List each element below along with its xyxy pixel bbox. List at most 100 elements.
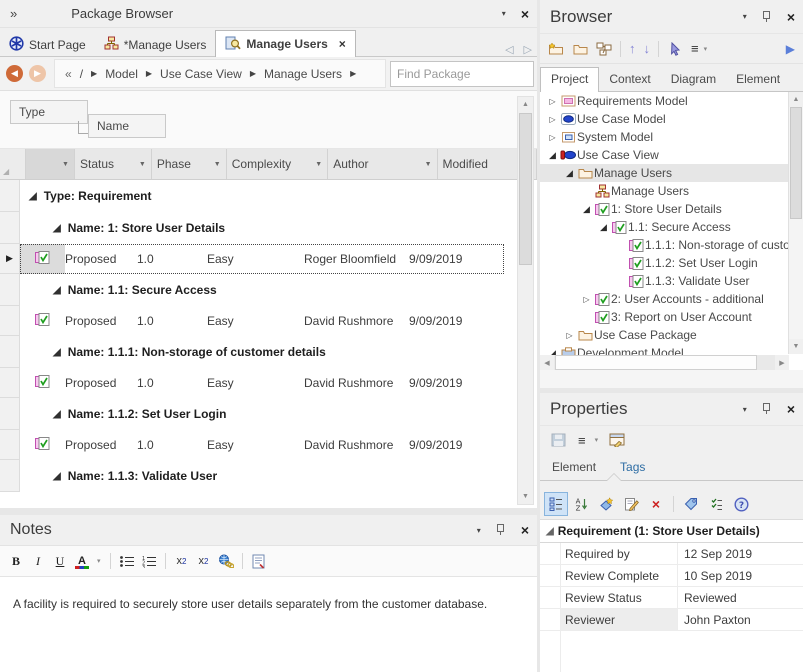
menu-icon[interactable]: ≡ [687, 41, 701, 56]
tree-item-non-storage[interactable]: 1.1.1: Non-storage of customer details [540, 236, 803, 254]
row-gutter-cell[interactable] [0, 336, 20, 368]
group-row-name-1-1-2[interactable]: ◢ Name: 1.1.2: Set User Login [0, 398, 537, 430]
tag-row-review-status[interactable]: Review Status Reviewed [540, 587, 803, 609]
header-icon-column[interactable]: ▼ [26, 149, 75, 179]
tag-value[interactable]: Reviewed [678, 587, 803, 608]
expand-icon[interactable]: ▷ [580, 295, 593, 304]
tab-project[interactable]: Project [540, 67, 599, 92]
overflow-chevron-icon[interactable]: » [0, 6, 26, 21]
scroll-up-icon[interactable]: ▲ [518, 97, 533, 112]
nav-forward-button[interactable]: ▶ [29, 65, 46, 82]
header-corner-cell[interactable]: ◢ [0, 149, 26, 179]
tree-horizontal-scrollbar[interactable]: ◀ ▶ [540, 355, 789, 370]
new-tag-icon[interactable] [594, 492, 618, 516]
group-row-name-1[interactable]: ◢ Name: 1: Store User Details [0, 212, 537, 244]
crumb-separator-icon[interactable]: ▶ [87, 69, 101, 78]
tab-manage-users-diagram[interactable]: *Manage Users [95, 33, 216, 56]
row-body[interactable]: Proposed 1.0 Easy David Rushmore 9/09/20… [20, 306, 504, 336]
find-package-input[interactable] [390, 61, 534, 87]
scroll-down-icon[interactable]: ▼ [789, 339, 803, 354]
tree-vertical-scrollbar[interactable]: ▲ ▼ [788, 92, 803, 354]
help-icon[interactable]: ? [729, 492, 753, 516]
tree-item-system-model[interactable]: ▷System Model [540, 128, 803, 146]
scroll-up-icon[interactable]: ▲ [789, 92, 803, 107]
edit-tag-icon[interactable] [619, 492, 643, 516]
panel-menu-icon[interactable]: ▾ [470, 526, 488, 535]
tab-start-page[interactable]: Start Page [0, 33, 95, 56]
tab-element[interactable]: Element [540, 460, 608, 474]
tag-icon[interactable] [679, 492, 703, 516]
row-gutter-cell[interactable] [0, 398, 20, 430]
tag-value[interactable]: 10 Sep 2019 [678, 565, 803, 586]
scrollbar-thumb[interactable] [519, 113, 532, 265]
tree-item-use-case-view[interactable]: ◢Use Case View [540, 146, 803, 164]
crumb-root[interactable]: / [76, 67, 87, 81]
tab-manage-users-browser[interactable]: Manage Users × [215, 30, 355, 57]
tag-value[interactable]: 12 Sep 2019 [678, 543, 803, 564]
new-note-icon[interactable] [249, 551, 269, 571]
expand-icon[interactable]: ▷ [546, 115, 559, 124]
tag-row-review-complete[interactable]: Review Complete 10 Sep 2019 [540, 565, 803, 587]
menu-icon[interactable]: ≡ [574, 433, 588, 448]
nav-back-button[interactable]: ◀ [6, 65, 23, 82]
group-row-name-1-1[interactable]: ◢ Name: 1.1: Secure Access [0, 274, 537, 306]
tab-scroll-right-icon[interactable]: ▷ [519, 43, 537, 56]
tree-item-manage-users-package[interactable]: ◢Manage Users [540, 164, 803, 182]
tree-item-report-on-user-account[interactable]: 3: Report on User Account [540, 308, 803, 326]
font-color-dropdown-icon[interactable]: ▾ [94, 557, 104, 565]
collapse-icon[interactable]: ◢ [597, 222, 610, 233]
expand-icon[interactable]: ▷ [546, 133, 559, 142]
properties-dialog-icon[interactable] [605, 428, 629, 452]
selected-row-body[interactable]: Proposed 1.0 Easy Roger Bloomfield 9/09/… [20, 244, 504, 274]
save-icon[interactable] [546, 428, 570, 452]
group-chip-name[interactable]: Name [88, 114, 166, 138]
tag-row-reviewer[interactable]: Reviewer John Paxton [540, 609, 803, 631]
collapse-group-icon[interactable]: ◢ [53, 223, 61, 234]
row-gutter-cell[interactable]: ▶ [0, 244, 20, 274]
hyperlink-icon[interactable] [216, 551, 236, 571]
tab-tags[interactable]: Tags [608, 460, 657, 474]
tree-item-use-case-package[interactable]: ▷Use Case Package [540, 326, 803, 344]
header-phase[interactable]: Phase▼ [152, 149, 227, 179]
superscript-icon[interactable]: x2 [172, 551, 192, 571]
filter-dropdown-icon[interactable]: ▼ [214, 161, 221, 168]
tag-row-required-by[interactable]: Required by 12 Sep 2019 [540, 543, 803, 565]
table-row[interactable]: Proposed 1.0 Easy David Rushmore 9/09/20… [0, 306, 537, 336]
close-tab-icon[interactable]: × [339, 37, 346, 51]
header-author[interactable]: Author▼ [328, 149, 437, 179]
tree-item-secure-access[interactable]: ◢1.1: Secure Access [540, 218, 803, 236]
numbered-list-icon[interactable]: 123 [139, 551, 159, 571]
italic-button[interactable]: I [28, 551, 48, 571]
crumb-separator-icon[interactable]: ▶ [142, 69, 156, 78]
categorized-view-icon[interactable] [544, 492, 568, 516]
crumb-model[interactable]: Model [101, 67, 142, 81]
close-icon[interactable]: × [779, 9, 803, 25]
tree-item-set-user-login[interactable]: 1.1.2: Set User Login [540, 254, 803, 272]
expand-icon[interactable]: ▷ [546, 97, 559, 106]
note-text[interactable]: A facility is required to securely store… [0, 577, 537, 611]
underline-button[interactable]: U [50, 551, 70, 571]
row-gutter-cell[interactable] [0, 180, 20, 212]
table-row[interactable]: Proposed 1.0 Easy David Rushmore 9/09/20… [0, 368, 537, 398]
header-status[interactable]: Status▼ [75, 149, 152, 179]
crumb-use-case-view[interactable]: Use Case View [156, 67, 246, 81]
row-gutter-cell[interactable] [0, 212, 20, 244]
new-package-icon[interactable] [544, 37, 568, 61]
row-gutter-cell[interactable] [0, 274, 20, 306]
delete-tag-icon[interactable]: × [644, 492, 668, 516]
header-complexity[interactable]: Complexity▼ [227, 149, 328, 179]
subscript-icon[interactable]: x2 [194, 551, 214, 571]
scroll-right-icon[interactable]: ▶ [775, 355, 789, 370]
filter-dropdown-icon[interactable]: ▼ [425, 161, 432, 168]
scrollbar-thumb[interactable] [555, 355, 757, 370]
sort-az-icon[interactable]: AZ [569, 492, 593, 516]
tab-element[interactable]: Element [726, 68, 790, 91]
tree-item-user-accounts[interactable]: ▷2: User Accounts - additional [540, 290, 803, 308]
collapse-group-icon[interactable]: ◢ [546, 526, 554, 537]
folder-icon[interactable] [568, 37, 592, 61]
tree-item-requirements-model[interactable]: ▷Requirements Model [540, 92, 803, 110]
move-up-icon[interactable]: ↑ [625, 41, 640, 56]
tab-context[interactable]: Context [599, 68, 660, 91]
crumb-manage-users[interactable]: Manage Users [260, 67, 346, 81]
collapse-crumbs-icon[interactable]: « [59, 67, 76, 81]
